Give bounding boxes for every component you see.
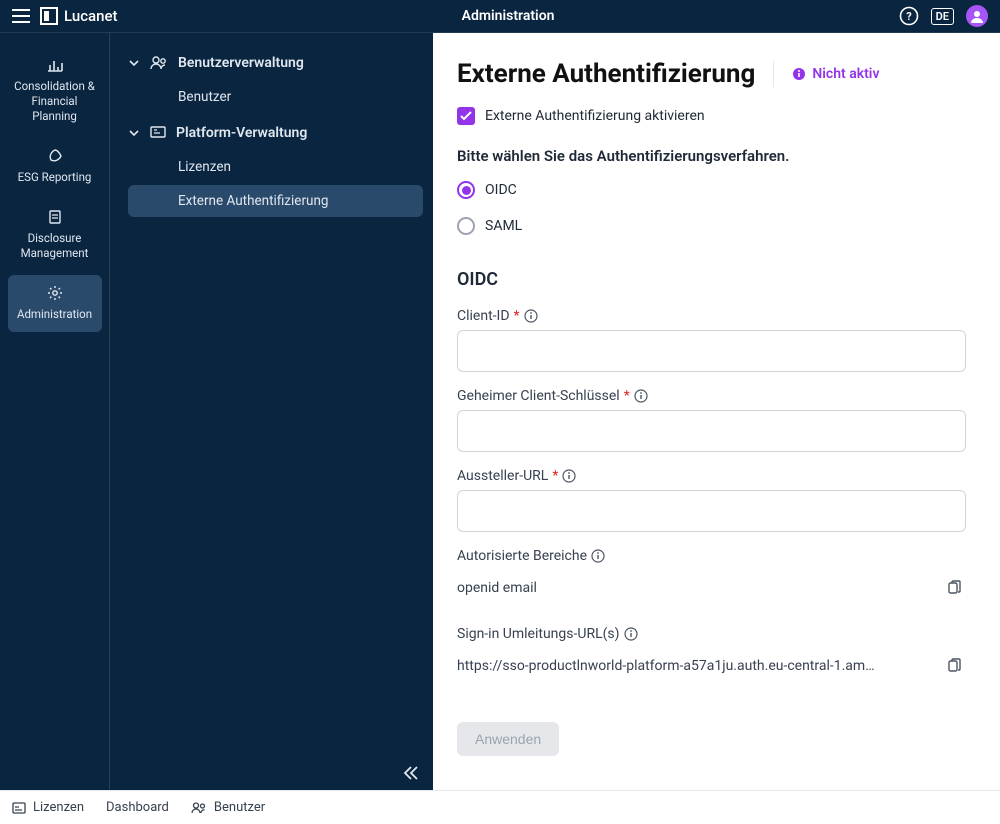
- redirect-value: https://sso-productlnworld-platform-a57a…: [457, 658, 942, 674]
- client-secret-input[interactable]: [457, 410, 966, 452]
- info-icon[interactable]: [634, 389, 648, 403]
- apply-button[interactable]: Anwenden: [457, 722, 559, 756]
- info-icon: [792, 67, 806, 81]
- rail-item-label: Disclosure Management: [12, 231, 98, 261]
- gear-icon: [47, 285, 63, 301]
- info-icon[interactable]: [624, 627, 638, 641]
- bottom-item-label: Lizenzen: [33, 800, 84, 815]
- bottom-item-label: Dashboard: [106, 800, 169, 815]
- radio-input[interactable]: [457, 181, 475, 199]
- label-scopes: Autorisierte Bereiche: [457, 548, 587, 564]
- info-icon[interactable]: [591, 549, 605, 563]
- nav-item-benutzer[interactable]: Benutzer: [128, 81, 423, 113]
- users-icon: [150, 56, 168, 70]
- client-id-input[interactable]: [457, 330, 966, 372]
- nav-group-label: Benutzerverwaltung: [178, 55, 304, 71]
- radio-oidc[interactable]: OIDC: [457, 181, 966, 199]
- nav-group-label: Platform-Verwaltung: [176, 125, 307, 141]
- content-heading: Externe Authentifizierung: [457, 59, 755, 89]
- info-icon[interactable]: [524, 309, 538, 323]
- label-client-secret: Geheimer Client-Schlüssel: [457, 388, 620, 404]
- status-text: Nicht aktiv: [812, 66, 879, 82]
- rail-item-administration[interactable]: Administration: [8, 275, 102, 332]
- rail-item-esg[interactable]: ESG Reporting: [8, 138, 102, 195]
- nav-group-platform[interactable]: Platform-Verwaltung: [120, 115, 423, 151]
- radio-input[interactable]: [457, 217, 475, 235]
- bottom-item-lizenzen[interactable]: Lizenzen: [12, 800, 84, 815]
- copy-icon[interactable]: [942, 576, 966, 600]
- page-title: Administration: [118, 8, 899, 24]
- user-avatar[interactable]: [966, 5, 988, 27]
- radio-label: OIDC: [485, 182, 517, 198]
- bottom-item-label: Benutzer: [214, 800, 265, 815]
- issuer-url-input[interactable]: [457, 490, 966, 532]
- rail-item-disclosure[interactable]: Disclosure Management: [8, 199, 102, 271]
- label-redirect: Sign-in Umleitungs-URL(s): [457, 626, 620, 642]
- help-icon[interactable]: ?: [899, 6, 919, 26]
- language-switch[interactable]: DE: [931, 8, 954, 25]
- secondary-nav: Benutzerverwaltung Benutzer Platform-Ver…: [110, 33, 433, 790]
- topbar: Lucanet Administration ? DE: [0, 0, 1000, 33]
- status-badge: Nicht aktiv: [792, 66, 879, 82]
- chevron-down-icon: [128, 130, 140, 137]
- section-heading-oidc: OIDC: [457, 269, 966, 290]
- required-marker: *: [514, 308, 520, 324]
- platform-icon: [150, 126, 166, 140]
- nav-item-externe-auth[interactable]: Externe Authentifizierung: [128, 185, 423, 217]
- info-icon[interactable]: [562, 469, 576, 483]
- nav-item-lizenzen[interactable]: Lizenzen: [128, 151, 423, 183]
- auth-method-prompt: Bitte wählen Sie das Authentifizierungsv…: [457, 147, 966, 165]
- enable-label: Externe Authentifizierung aktivieren: [485, 108, 705, 124]
- users-icon: [191, 802, 207, 814]
- nav-group-users[interactable]: Benutzerverwaltung: [120, 45, 423, 81]
- license-icon: [12, 801, 26, 815]
- collapse-nav-icon[interactable]: [403, 766, 419, 780]
- rail-item-label: ESG Reporting: [18, 170, 92, 185]
- chart-icon: [47, 57, 63, 73]
- bottom-item-dashboard[interactable]: Dashboard: [106, 800, 169, 815]
- brand-logo: Lucanet: [40, 7, 118, 25]
- document-icon: [49, 209, 61, 225]
- brand-name: Lucanet: [64, 7, 118, 25]
- required-marker: *: [552, 468, 558, 484]
- hamburger-icon[interactable]: [12, 9, 30, 23]
- rail-item-consolidation[interactable]: Consolidation & Financial Planning: [8, 47, 102, 134]
- separator: [773, 61, 774, 87]
- scopes-value: openid email: [457, 580, 942, 596]
- label-client-id: Client-ID: [457, 308, 510, 324]
- radio-saml[interactable]: SAML: [457, 217, 966, 235]
- bottom-bar: Lizenzen Dashboard Benutzer: [0, 790, 1000, 824]
- required-marker: *: [624, 388, 630, 404]
- chevron-down-icon: [128, 60, 140, 67]
- label-issuer-url: Aussteller-URL: [457, 468, 548, 484]
- rail-item-label: Administration: [17, 307, 92, 322]
- primary-nav-rail: Consolidation & Financial Planning ESG R…: [0, 33, 110, 790]
- svg-text:?: ?: [906, 10, 912, 23]
- rail-item-label: Consolidation & Financial Planning: [12, 79, 98, 124]
- enable-checkbox[interactable]: [457, 107, 475, 125]
- leaf-icon: [48, 148, 62, 164]
- content-area: Externe Authentifizierung Nicht aktiv Ex…: [433, 33, 1000, 790]
- bottom-item-benutzer[interactable]: Benutzer: [191, 800, 265, 815]
- radio-label: SAML: [485, 218, 522, 234]
- copy-icon[interactable]: [942, 654, 966, 678]
